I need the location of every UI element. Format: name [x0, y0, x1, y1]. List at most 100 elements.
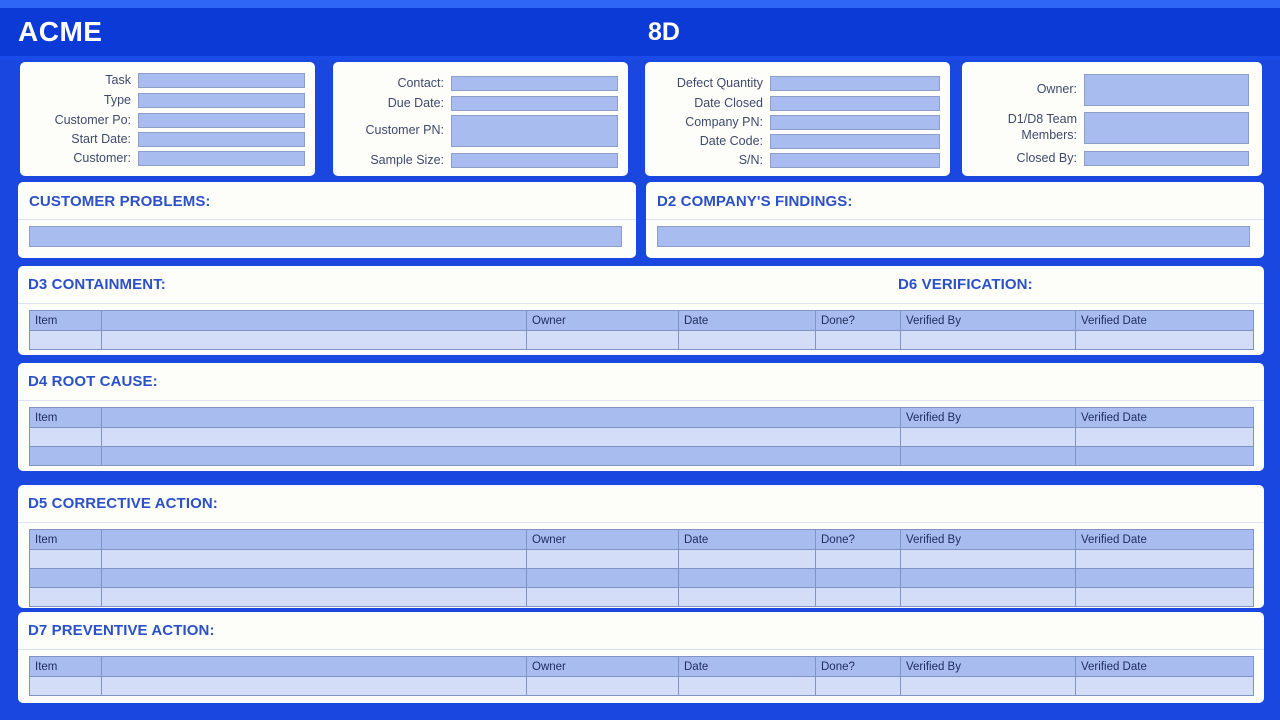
cell-date[interactable] [678, 549, 816, 569]
cell-owner[interactable] [526, 676, 679, 696]
owner-label: Owner: [1036, 82, 1077, 97]
cell-item[interactable] [29, 568, 102, 588]
cell-verified-by[interactable] [900, 568, 1076, 588]
cell-owner[interactable] [526, 587, 679, 607]
cell-description[interactable] [101, 676, 527, 696]
d4-table[interactable]: Item Verified By Verified Date [29, 407, 1254, 466]
field-row-date-closed: Date Closed [645, 96, 950, 112]
col-description [101, 407, 901, 428]
cell-date[interactable] [678, 568, 816, 588]
date-code-input[interactable] [770, 134, 940, 150]
brand-logo: ACME [18, 16, 103, 47]
customer-po-input[interactable] [138, 113, 305, 129]
col-verified-date: Verified Date [1075, 310, 1254, 331]
cell-date[interactable] [678, 587, 816, 607]
field-row-customer-po: Customer Po: [20, 113, 315, 129]
cell-item[interactable] [29, 330, 102, 350]
cell-item[interactable] [29, 587, 102, 607]
contact-input[interactable] [451, 76, 618, 92]
table-row[interactable] [29, 427, 1254, 447]
table-row[interactable] [29, 587, 1254, 607]
table-row[interactable] [29, 446, 1254, 466]
cell-description[interactable] [101, 427, 901, 447]
cell-done[interactable] [815, 676, 901, 696]
cell-done[interactable] [815, 587, 901, 607]
table-row[interactable] [29, 330, 1254, 350]
date-closed-input[interactable] [770, 96, 940, 112]
cell-owner[interactable] [526, 549, 679, 569]
cell-owner[interactable] [526, 568, 679, 588]
sample-size-input[interactable] [451, 153, 618, 169]
cell-verified-date[interactable] [1075, 427, 1254, 447]
task-input[interactable] [138, 73, 305, 89]
page-title: 8D [648, 18, 680, 46]
customer-problems-input[interactable] [29, 226, 622, 247]
cell-description[interactable] [101, 549, 527, 569]
cell-verified-date[interactable] [1075, 676, 1254, 696]
cell-item[interactable] [29, 446, 102, 466]
cell-done[interactable] [815, 568, 901, 588]
divider [18, 303, 1264, 304]
d2-findings-section: D2 COMPANY'S FINDINGS: [646, 182, 1264, 258]
table-row[interactable] [29, 568, 1254, 588]
contact-label: Contact: [397, 76, 444, 90]
cell-done[interactable] [815, 549, 901, 569]
d2-findings-input[interactable] [657, 226, 1250, 247]
d7-table[interactable]: Item Owner Date Done? Verified By Verifi… [29, 656, 1254, 696]
cell-owner[interactable] [526, 330, 679, 350]
field-row-company-pn: Company PN: [645, 115, 950, 131]
cell-verified-by[interactable] [900, 330, 1076, 350]
d7-preventive-action-section: D7 PREVENTIVE ACTION: Item Owner Date Do… [18, 612, 1264, 703]
cell-done[interactable] [815, 330, 901, 350]
customer-input[interactable] [138, 151, 305, 167]
start-date-input[interactable] [138, 132, 305, 148]
sn-input[interactable] [770, 153, 940, 169]
type-input[interactable] [138, 93, 305, 109]
cell-verified-date[interactable] [1075, 446, 1254, 466]
cell-date[interactable] [678, 330, 816, 350]
cell-description[interactable] [101, 568, 527, 588]
cell-verified-by[interactable] [900, 549, 1076, 569]
cell-verified-by[interactable] [900, 427, 1076, 447]
date-closed-label: Date Closed [694, 96, 763, 110]
cell-verified-date[interactable] [1075, 330, 1254, 350]
cell-verified-date[interactable] [1075, 568, 1254, 588]
col-done: Done? [815, 529, 901, 550]
field-row-task: Task [20, 73, 315, 89]
cell-verified-by[interactable] [900, 446, 1076, 466]
col-date: Date [678, 656, 816, 677]
cell-date[interactable] [678, 676, 816, 696]
cell-verified-date[interactable] [1075, 549, 1254, 569]
d5-table[interactable]: Item Owner Date Done? Verified By Verifi… [29, 529, 1254, 607]
cell-verified-by[interactable] [900, 676, 1076, 696]
d3-table[interactable]: Item Owner Date Done? Verified By Verifi… [29, 310, 1254, 350]
customer-label: Customer: [73, 151, 131, 165]
table-row[interactable] [29, 549, 1254, 569]
closed-by-input[interactable] [1084, 151, 1249, 167]
col-done: Done? [815, 310, 901, 331]
header-underline [0, 56, 1280, 60]
cell-verified-by[interactable] [900, 587, 1076, 607]
sample-size-label: Sample Size: [370, 153, 444, 167]
company-pn-input[interactable] [770, 115, 940, 131]
cell-description[interactable] [101, 330, 527, 350]
d5-corrective-action-section: D5 CORRECTIVE ACTION: Item Owner Date Do… [18, 485, 1264, 608]
due-date-input[interactable] [451, 96, 618, 112]
col-item: Item [29, 310, 102, 331]
cell-item[interactable] [29, 676, 102, 696]
cell-description[interactable] [101, 446, 901, 466]
field-row-owner: Owner: [962, 74, 1262, 106]
owner-input[interactable] [1084, 74, 1249, 106]
col-verified-by: Verified By [900, 529, 1076, 550]
cell-item[interactable] [29, 427, 102, 447]
defect-quantity-input[interactable] [770, 76, 940, 92]
cell-item[interactable] [29, 549, 102, 569]
customer-pn-input[interactable] [451, 115, 618, 147]
table-row[interactable] [29, 676, 1254, 696]
defect-panel: Defect Quantity Date Closed Company PN: … [645, 62, 950, 176]
field-row-defect-quantity: Defect Quantity [645, 76, 950, 92]
cell-verified-date[interactable] [1075, 587, 1254, 607]
d3-containment-title: D3 CONTAINMENT: [28, 276, 166, 293]
cell-description[interactable] [101, 587, 527, 607]
team-members-input[interactable] [1084, 112, 1249, 144]
